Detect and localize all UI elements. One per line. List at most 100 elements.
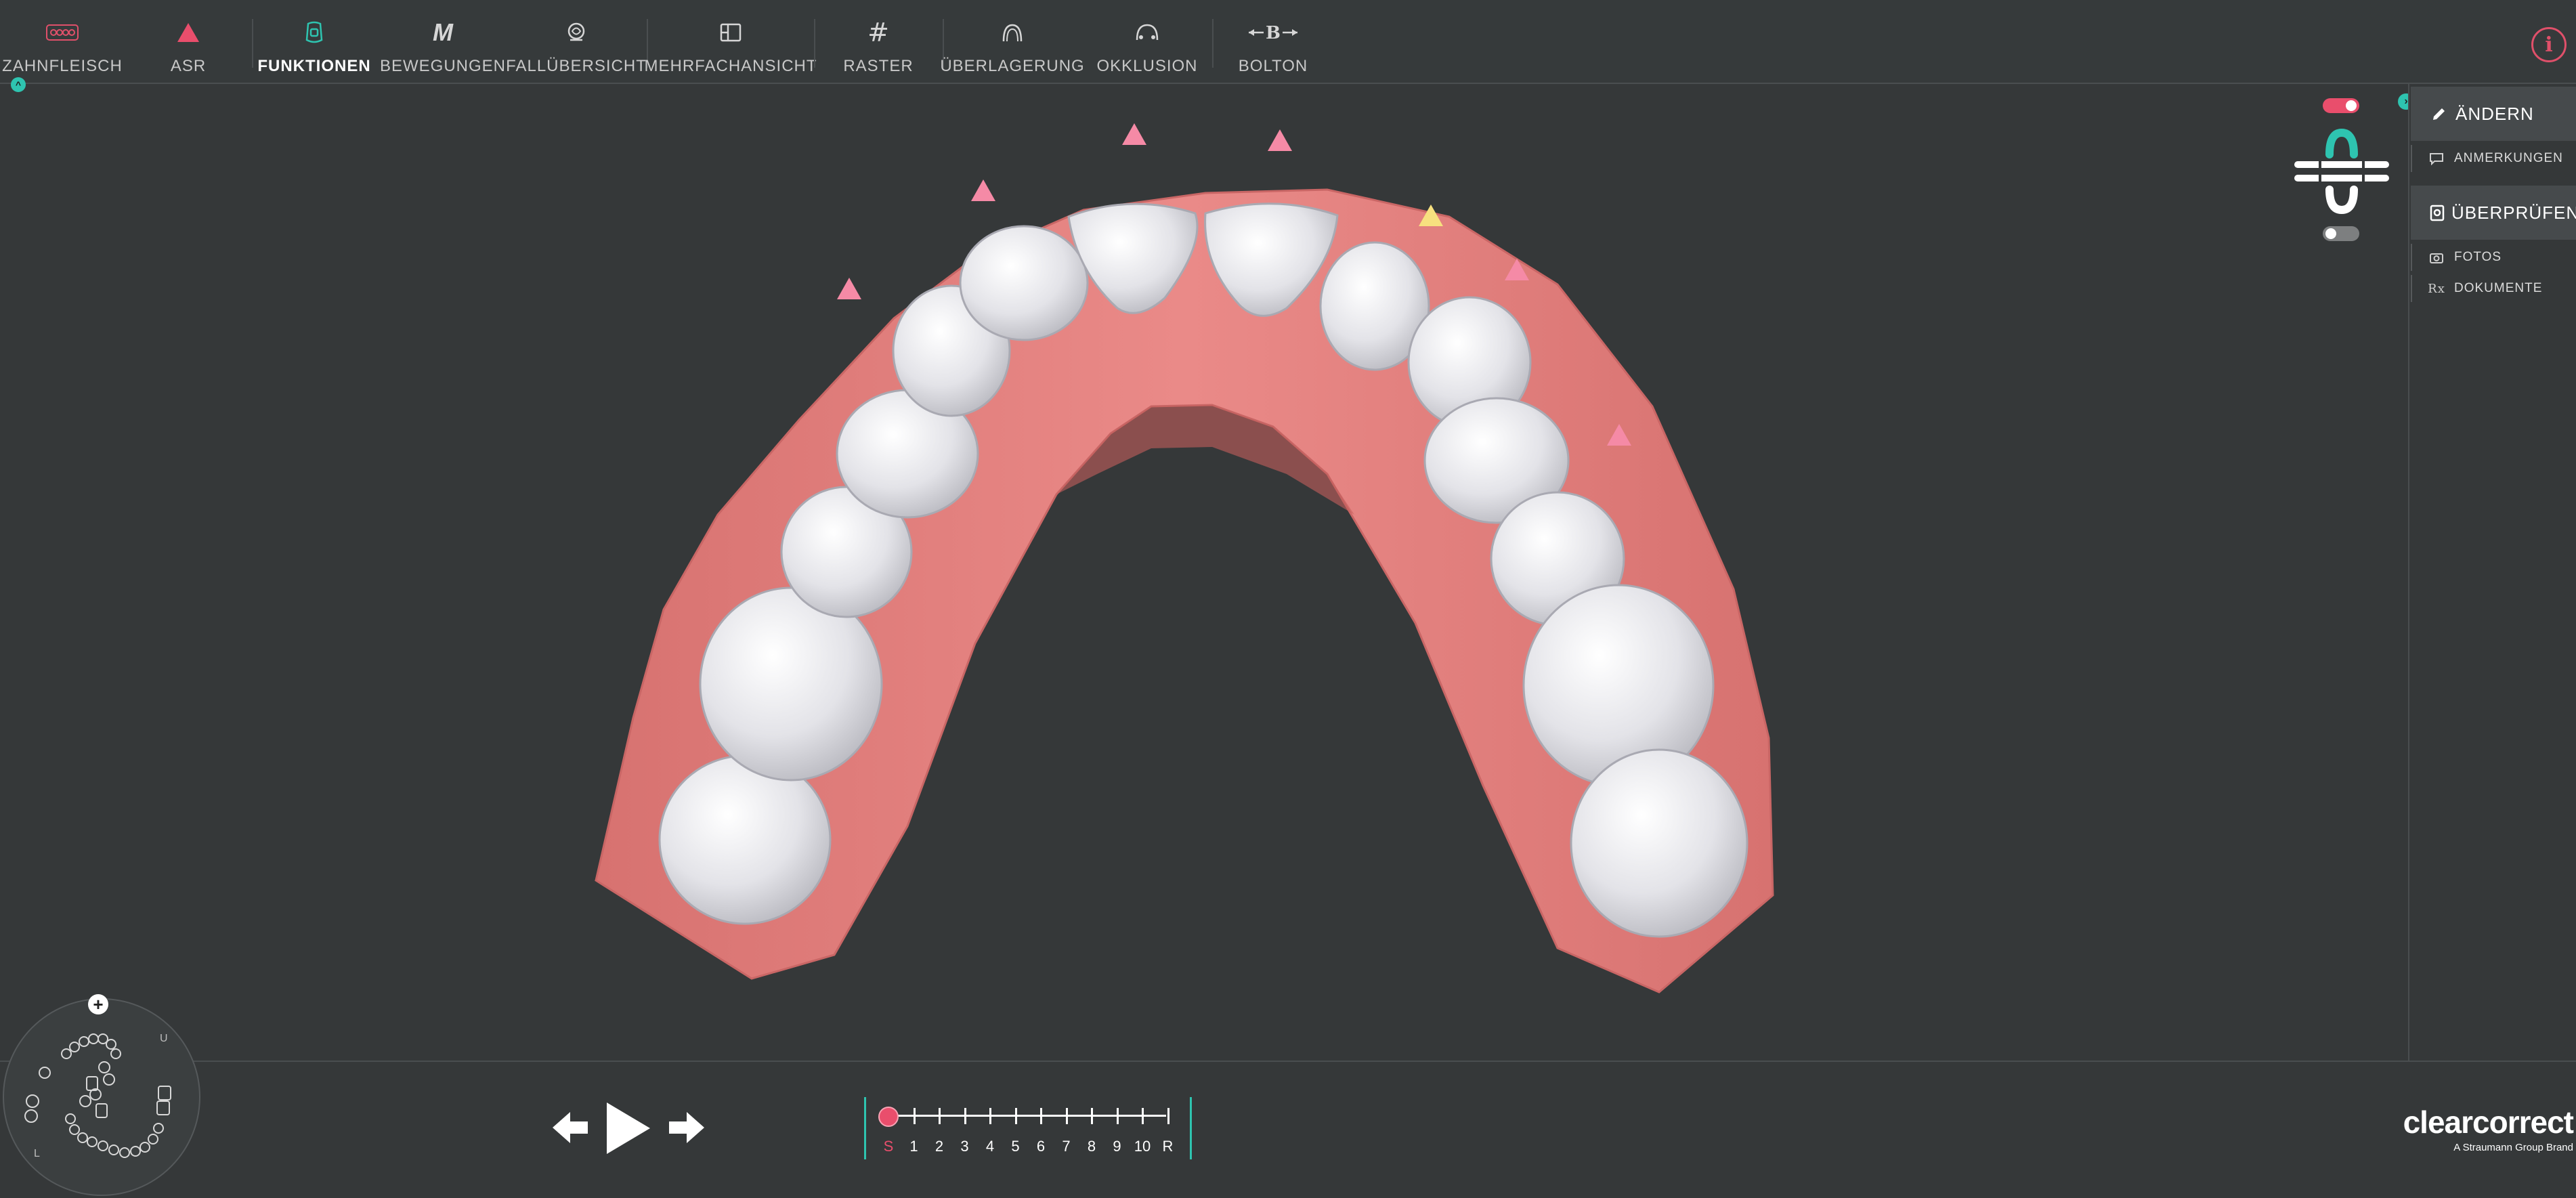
tool-bolton[interactable]: B BOLTON [1219, 0, 1327, 83]
bottom-bar [0, 1061, 2576, 1194]
tool-funktionen[interactable]: FUNKTIONEN [257, 0, 371, 83]
top-toolbar: ZAHNFLEISCH ASR FUNKTIONEN M BEWEGUNGEN [0, 0, 2576, 84]
tool-label: RASTER [843, 57, 914, 75]
toggle-knob [2346, 100, 2357, 111]
tool-ueberlagerung[interactable]: ÜBERLAGERUNG [940, 0, 1084, 83]
stage-tick [1065, 1108, 1068, 1124]
annotations-item[interactable]: ANMERKUNGEN [2411, 145, 2576, 172]
review-label: ÜBERPRÜFEN [2451, 202, 2576, 223]
tool-label: FALLÜBERSICHT [506, 57, 647, 75]
previous-stage-button[interactable] [551, 1109, 589, 1149]
stage-number[interactable]: 1 [901, 1138, 928, 1155]
asr-marker [1122, 123, 1146, 145]
stage-tick [913, 1108, 916, 1124]
stage-number[interactable]: 3 [951, 1138, 979, 1155]
stage-tick [1116, 1108, 1119, 1124]
tool-okklusion[interactable]: OKKLUSION [1086, 0, 1208, 83]
stage-tick [964, 1108, 966, 1124]
play-icon [607, 1103, 650, 1154]
stage-number[interactable]: 8 [1078, 1138, 1105, 1155]
documents-item[interactable]: Rx DOKUMENTE [2411, 275, 2576, 302]
asr-marker [971, 179, 995, 201]
next-stage-button[interactable] [668, 1109, 706, 1149]
toolbar-divider [252, 19, 253, 68]
tooth [1570, 748, 1748, 938]
stage-tick [1091, 1108, 1093, 1124]
tooth [658, 754, 832, 925]
movements-m-icon: M [433, 18, 453, 46]
stage-number[interactable]: 2 [926, 1138, 953, 1155]
lower-arch-toggle[interactable] [2323, 226, 2359, 241]
stage-number[interactable]: 5 [1002, 1138, 1029, 1155]
asr-marker [837, 278, 861, 299]
stage-tick [1014, 1108, 1017, 1124]
photos-item[interactable]: FOTOS [2411, 244, 2576, 271]
tool-label: OKKLUSION [1096, 57, 1198, 75]
modify-header[interactable]: ÄNDERN [2411, 87, 2576, 141]
arch-view-icon[interactable] [2292, 127, 2392, 215]
documents-label: DOKUMENTE [2454, 281, 2543, 295]
dental-arch-viewport[interactable] [0, 84, 2407, 1061]
tool-label: ÜBERLAGERUNG [940, 57, 1085, 75]
tool-label: BOLTON [1238, 57, 1308, 75]
gum-icon [45, 14, 79, 51]
stage-number[interactable]: 6 [1027, 1138, 1054, 1155]
occlusion-icon [1134, 14, 1160, 51]
camera-icon [2428, 249, 2445, 265]
mini-arch-diagram: U L [24, 1033, 171, 1159]
asr-triangle-icon [176, 14, 200, 51]
timeline-track [887, 1115, 1166, 1117]
stage-tick [1167, 1108, 1169, 1124]
brand-tagline: A Straumann Group Brand [2453, 1142, 2573, 1153]
timeline-right-bracket [1190, 1097, 1192, 1159]
comment-icon [2428, 150, 2445, 167]
mini-map-l-label: L [34, 1148, 40, 1159]
tool-mehrfachansicht[interactable]: MEHRFACHANSICHT [645, 0, 817, 83]
bolton-icon: B [1247, 14, 1299, 51]
tool-zahnfleisch[interactable]: ZAHNFLEISCH [0, 0, 125, 83]
asr-marker [1268, 129, 1292, 151]
stage-number[interactable]: S [875, 1138, 902, 1155]
modify-label: ÄNDERN [2455, 103, 2534, 124]
rx-icon: Rx [2428, 281, 2445, 296]
stage-tick [1142, 1108, 1144, 1124]
stage-number[interactable]: 9 [1104, 1138, 1131, 1155]
arrow-left-icon [553, 1112, 588, 1143]
grid-hash-icon: # [867, 18, 889, 47]
stage-number[interactable]: 4 [976, 1138, 1004, 1155]
toolbar-divider [1212, 19, 1214, 68]
dental-arch-model [595, 123, 1774, 993]
stage-tick [989, 1108, 991, 1124]
stage-number[interactable]: 7 [1053, 1138, 1080, 1155]
side-panel: ÄNDERN ANMERKUNGEN ÜBERPRÜFEN FOTOS Rx D… [2408, 84, 2576, 1062]
tool-label: BEWEGUNGEN [380, 57, 507, 75]
tool-asr[interactable]: ASR [135, 0, 241, 83]
tool-falluebersicht[interactable]: FALLÜBERSICHT [506, 0, 646, 83]
brand-name: clearcorrect [2403, 1105, 2574, 1140]
review-header[interactable]: ÜBERPRÜFEN [2411, 186, 2576, 240]
pencil-icon [2430, 104, 2449, 123]
tooth [959, 225, 1089, 341]
stage-number[interactable]: R [1155, 1138, 1182, 1155]
tool-label: MEHRFACHANSICHT [644, 57, 817, 75]
upper-arch-toggle[interactable] [2323, 98, 2359, 113]
toolbar-divider [814, 19, 815, 68]
tool-label: FUNKTIONEN [257, 57, 371, 75]
tool-label: ZAHNFLEISCH [2, 57, 123, 75]
photos-label: FOTOS [2454, 250, 2502, 264]
current-stage-handle[interactable] [878, 1107, 899, 1127]
annotations-label: ANMERKUNGEN [2454, 151, 2563, 165]
svg-text:B: B [1266, 23, 1281, 43]
tooth-mini-map[interactable]: U L + [3, 994, 200, 1196]
tool-bewegungen[interactable]: M BEWEGUNGEN [380, 0, 505, 83]
tool-raster[interactable]: # RASTER [826, 0, 930, 83]
arrow-right-icon [669, 1112, 704, 1143]
stage-timeline[interactable]: S 1 2 3 4 5 6 7 8 9 10 R [864, 1097, 1192, 1162]
stage-tick [939, 1108, 941, 1124]
stage-number[interactable]: 10 [1129, 1138, 1156, 1155]
overlay-arch-icon [1001, 14, 1024, 51]
multi-view-icon [720, 14, 742, 51]
info-icon[interactable]: i [2531, 27, 2567, 62]
play-button[interactable] [604, 1101, 651, 1159]
plus-icon[interactable]: + [88, 994, 108, 1014]
